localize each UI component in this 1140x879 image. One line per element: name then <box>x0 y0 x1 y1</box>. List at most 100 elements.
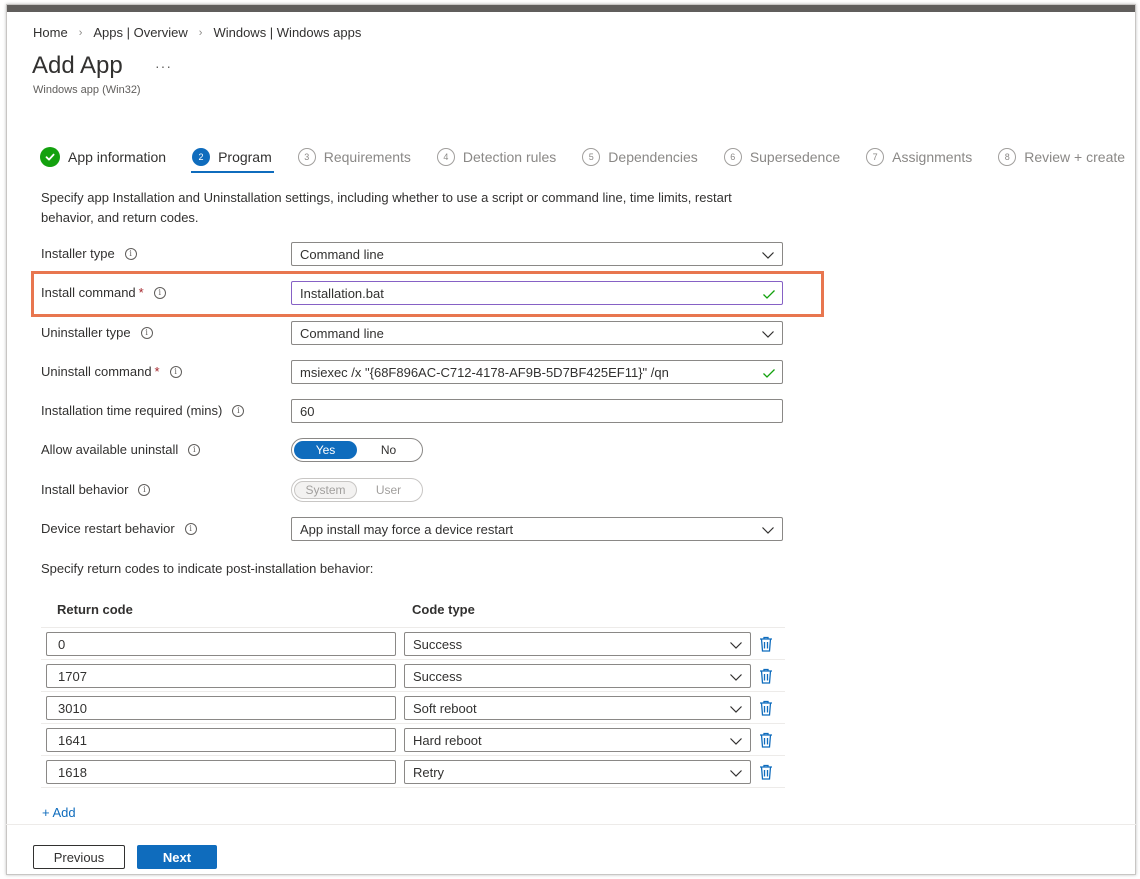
breadcrumb: Home › Apps | Overview › Windows | Windo… <box>33 25 361 40</box>
info-icon[interactable]: i <box>169 365 182 378</box>
return-code-input[interactable]: 1707 <box>46 664 396 688</box>
step-label: Supersedence <box>749 149 841 165</box>
step-label: Review + create <box>1024 149 1126 165</box>
uninstaller-type-dropdown[interactable]: Command line <box>291 321 783 345</box>
table-row: 0 Success <box>41 628 785 660</box>
dropdown-value: Hard reboot <box>413 733 482 748</box>
step-number: 5 <box>582 148 601 166</box>
label-text: Installation time required (mins) <box>41 403 223 418</box>
top-bar <box>7 5 1135 12</box>
code-type-dropdown[interactable]: Success <box>404 664 751 688</box>
install-time-input[interactable]: 60 <box>291 399 783 423</box>
step-label: App information <box>68 149 167 165</box>
uninstall-command-input[interactable]: msiexec /x "{68F896AC-C712-4178-AF9B-5D7… <box>291 360 783 384</box>
column-header-code-type: Code type <box>412 602 475 617</box>
return-code-input[interactable]: 1641 <box>46 728 396 752</box>
required-marker: * <box>154 364 160 379</box>
trash-icon[interactable] <box>759 732 773 748</box>
program-description: Specify app Installation and Uninstallat… <box>41 190 732 225</box>
more-options-button[interactable]: ··· <box>155 58 172 74</box>
next-button[interactable]: Next <box>137 845 217 869</box>
chevron-down-icon <box>730 674 742 681</box>
breadcrumb-home[interactable]: Home <box>33 25 68 40</box>
code-type-dropdown[interactable]: Retry <box>404 760 751 784</box>
required-marker: * <box>138 285 144 300</box>
step-number: 8 <box>998 148 1017 166</box>
trash-icon[interactable] <box>759 700 773 716</box>
chevron-down-icon <box>730 770 742 777</box>
input-value: Installation.bat <box>300 286 384 301</box>
trash-icon[interactable] <box>759 668 773 684</box>
table-header: Return code Code type <box>41 596 785 628</box>
uninstaller-type-row: Uninstaller type i Command line <box>41 321 783 345</box>
label-text: Install behavior <box>41 482 129 497</box>
step-supersedence[interactable]: 6 Supersedence <box>723 144 841 170</box>
uninstall-command-row: Uninstall command * i msiexec /x "{68F89… <box>41 360 783 384</box>
info-icon[interactable]: i <box>188 443 201 456</box>
return-code-input[interactable]: 3010 <box>46 696 396 720</box>
dropdown-value: Command line <box>300 326 384 341</box>
dropdown-value: Retry <box>413 765 445 780</box>
dropdown-value: Success <box>413 637 463 652</box>
uninstall-command-label: Uninstall command * i <box>41 364 182 379</box>
toggle-no[interactable]: No <box>357 441 420 459</box>
install-behavior-label: Install behavior i <box>41 482 151 497</box>
breadcrumb-apps-overview[interactable]: Apps | Overview <box>93 25 187 40</box>
code-type-dropdown[interactable]: Hard reboot <box>404 728 751 752</box>
device-restart-dropdown[interactable]: App install may force a device restart <box>291 517 783 541</box>
input-value: msiexec /x "{68F896AC-C712-4178-AF9B-5D7… <box>300 365 669 380</box>
step-label: Dependencies <box>608 149 698 165</box>
label-text: Installer type <box>41 246 115 261</box>
info-icon[interactable]: i <box>232 404 245 417</box>
code-type-dropdown[interactable]: Soft reboot <box>404 696 751 720</box>
label-text: Install command <box>41 285 136 300</box>
input-value: 60 <box>300 404 315 419</box>
step-number: 6 <box>723 148 742 166</box>
table-row: 1641 Hard reboot <box>41 724 785 756</box>
installer-type-label: Installer type i <box>41 246 137 261</box>
toggle-yes[interactable]: Yes <box>294 441 357 459</box>
device-restart-label: Device restart behavior i <box>41 521 197 536</box>
previous-button[interactable]: Previous <box>33 845 125 869</box>
page-subtitle: Windows app (Win32) <box>33 84 141 96</box>
wizard-steps: App information 2 Program 3 Requirements… <box>40 144 1125 173</box>
dropdown-value: App install may force a device restart <box>300 522 514 537</box>
step-number: 3 <box>297 148 316 166</box>
chevron-down-icon <box>730 642 742 649</box>
dropdown-value: Command line <box>300 247 384 262</box>
chevron-down-icon <box>762 527 774 534</box>
installer-type-dropdown[interactable]: Command line <box>291 242 783 266</box>
code-type-dropdown[interactable]: Success <box>404 632 751 656</box>
table-row: 3010 Soft reboot <box>41 692 785 724</box>
step-program[interactable]: 2 Program <box>191 144 274 173</box>
allow-uninstall-toggle[interactable]: Yes No <box>291 438 423 462</box>
info-icon[interactable]: i <box>138 483 151 496</box>
info-icon[interactable]: i <box>153 286 166 299</box>
dropdown-value: Success <box>413 669 463 684</box>
table-row: 1618 Retry <box>41 756 785 788</box>
step-number: 7 <box>866 148 885 166</box>
info-icon[interactable]: i <box>140 326 153 339</box>
install-behavior-toggle: System User <box>291 478 423 502</box>
device-restart-row: Device restart behavior i App install ma… <box>41 517 783 541</box>
return-code-input[interactable]: 1618 <box>46 760 396 784</box>
install-command-input[interactable]: Installation.bat <box>291 281 783 305</box>
step-assignments[interactable]: 7 Assignments <box>866 144 972 170</box>
trash-icon[interactable] <box>759 764 773 780</box>
return-code-input[interactable]: 0 <box>46 632 396 656</box>
breadcrumb-windows-apps[interactable]: Windows | Windows apps <box>213 25 361 40</box>
info-icon[interactable]: i <box>184 522 197 535</box>
label-text: Allow available uninstall <box>41 442 179 457</box>
chevron-down-icon <box>730 706 742 713</box>
chevron-right-icon: › <box>198 26 203 39</box>
allow-uninstall-row: Allow available uninstall i Yes No <box>41 438 783 462</box>
column-header-return-code: Return code <box>57 602 133 617</box>
step-requirements[interactable]: 3 Requirements <box>297 144 411 170</box>
step-review-create[interactable]: 8 Review + create <box>998 144 1125 170</box>
info-icon[interactable]: i <box>124 247 137 260</box>
trash-icon[interactable] <box>759 636 773 652</box>
add-return-code-link[interactable]: + Add <box>42 805 76 820</box>
step-detection-rules[interactable]: 4 Detection rules <box>436 144 556 170</box>
step-dependencies[interactable]: 5 Dependencies <box>582 144 698 170</box>
step-app-information[interactable]: App information <box>40 144 166 170</box>
